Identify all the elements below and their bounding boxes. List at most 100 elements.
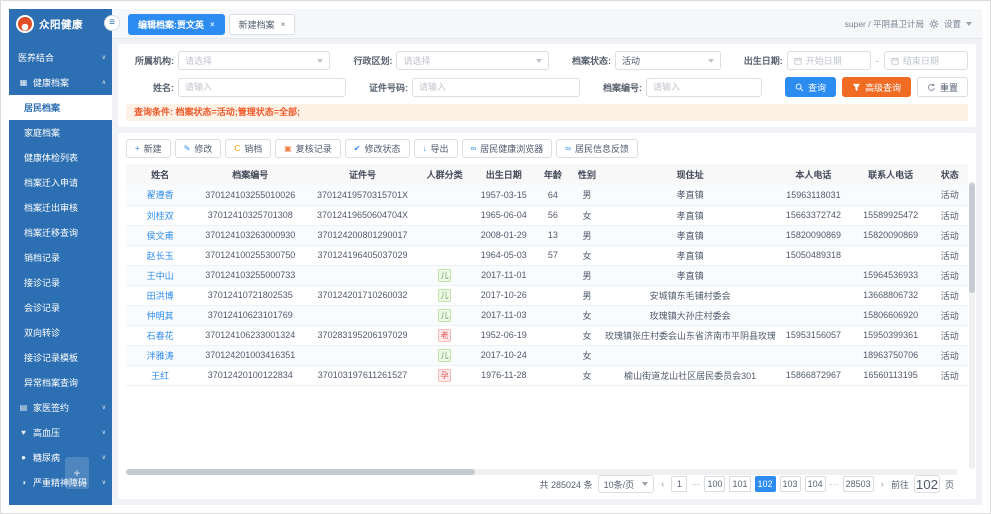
table-row: 王中山370124103255000733儿2017-11-01男孝直镇1596…	[126, 265, 968, 285]
sidebar-item-medical-nursing[interactable]: 医养结合∨	[9, 45, 112, 70]
resident-name-link[interactable]: 田洪博	[126, 285, 194, 305]
sidebar-item-two-way-referral[interactable]: 双向转诊	[9, 320, 112, 345]
archive-no-field[interactable]	[653, 82, 755, 92]
birth-end-field[interactable]	[903, 56, 961, 66]
age-cell	[537, 365, 569, 385]
sidebar-item-mental-disorder[interactable]: ◑严重精神障碍∨	[9, 470, 112, 495]
link-icon: ∞	[565, 145, 571, 153]
pager-page-104[interactable]: 104	[805, 476, 826, 492]
pager-page-1[interactable]: 1	[671, 476, 687, 492]
status-cell: 活动	[930, 325, 968, 345]
archive-no-input[interactable]	[646, 78, 762, 97]
birth-date-cell: 2017-11-01	[471, 265, 537, 285]
sidebar-item-family-archives[interactable]: 家庭档案	[9, 120, 112, 145]
age-cell	[537, 345, 569, 365]
sidebar-item-archive-migration-query[interactable]: 档案迁移查询	[9, 220, 112, 245]
filter-panel: 所属机构: 请选择 行政区划: 请选择 档案状态: 活动	[118, 44, 976, 127]
region-select[interactable]: 请选择	[396, 51, 548, 70]
sidebar-item-hypertension[interactable]: ♥高血压∨	[9, 420, 112, 445]
toolbar-modify-status-button[interactable]: ✔修改状态	[345, 139, 410, 158]
sidebar-item-reception-records[interactable]: 接诊记录	[9, 270, 112, 295]
birth-start-field[interactable]	[806, 56, 864, 66]
address-cell: 孝直镇	[605, 265, 775, 285]
sidebar-item-archive-move-out[interactable]: 档案迁出审核	[9, 195, 112, 220]
sidebar-nav: 医养结合∨▦健康档案∧居民档案家庭档案健康体检列表档案迁入申请档案迁出审核档案迁…	[9, 45, 112, 495]
search-button[interactable]: 查询	[785, 77, 836, 97]
resident-name-link[interactable]: 翟遵香	[126, 185, 194, 205]
goto-page-input[interactable]	[914, 475, 940, 493]
tab-close-icon[interactable]: ×	[210, 20, 215, 29]
sidebar-item-archive-move-in[interactable]: 档案迁入申请	[9, 170, 112, 195]
pager-page-103[interactable]: 103	[780, 476, 801, 492]
sidebar-item-family-doctor-contract[interactable]: ▤家医签约∨	[9, 395, 112, 420]
resident-name-link[interactable]: 侯文甫	[126, 225, 194, 245]
settings-label[interactable]: 设置	[944, 18, 961, 30]
tab-new-archive[interactable]: 新建档案 ×	[229, 14, 296, 35]
gear-icon[interactable]	[929, 19, 939, 29]
toolbar-review-records-button[interactable]: ▣复核记录	[275, 139, 341, 158]
sidebar-item-consultation-records[interactable]: 会诊记录	[9, 295, 112, 320]
vertical-scrollbar-thumb[interactable]	[969, 183, 975, 293]
pager-page-101[interactable]: 101	[729, 476, 750, 492]
address-cell: 玫瑰镇张庄村委会山东省济南市平阴县玫瑰镇张...	[605, 325, 775, 345]
pager-page-100[interactable]: 100	[704, 476, 725, 492]
sidebar-item-reception-template[interactable]: 接诊记录模板	[9, 345, 112, 370]
status-cell: 活动	[930, 225, 968, 245]
edit-icon: ✎	[184, 145, 191, 153]
birth-start-input[interactable]	[787, 51, 871, 70]
horizontal-scrollbar-thumb[interactable]	[126, 469, 475, 475]
sidebar-item-resident-archives[interactable]: 居民档案	[9, 95, 112, 120]
tab-close-icon[interactable]: ×	[281, 20, 286, 29]
resident-name-link[interactable]: 王红	[126, 365, 194, 385]
column-header: 姓名	[126, 164, 194, 185]
id-number-field[interactable]	[419, 82, 573, 92]
resident-name-link[interactable]: 泮雅涛	[126, 345, 194, 365]
phone-cell: 15963118031	[775, 185, 851, 205]
sidebar-item-health-archives[interactable]: ▦健康档案∧	[9, 70, 112, 95]
page-size-value: 10条/页	[604, 478, 635, 491]
sidebar-item-diabetes[interactable]: ●糖尿病∨	[9, 445, 112, 470]
sidebar-item-archive-cancel-records[interactable]: 销档记录	[9, 245, 112, 270]
table-row: 侯文甫3701241032630009303701242008012900172…	[126, 225, 968, 245]
next-page-button[interactable]: ›	[879, 479, 886, 490]
toolbar-resident-health-browser-button[interactable]: ∞居民健康浏览器	[462, 139, 553, 158]
horizontal-scrollbar[interactable]	[126, 469, 958, 475]
pager-ellipsis: ···	[691, 479, 700, 489]
pager-page-28503[interactable]: 28503	[843, 476, 874, 492]
advanced-search-button[interactable]: 高级查询	[842, 77, 911, 97]
resident-name-link[interactable]: 赵长玉	[126, 245, 194, 265]
prev-page-button[interactable]: ‹	[659, 479, 666, 490]
toolbar-export-button[interactable]: ↓导出	[414, 139, 458, 158]
page-size-select[interactable]: 10条/页	[598, 475, 655, 493]
sidebar-collapse-button[interactable]: ≡	[104, 15, 120, 31]
name-input[interactable]	[178, 78, 346, 97]
reset-button[interactable]: 重置	[917, 77, 968, 97]
population-tag-cell	[419, 245, 471, 265]
org-select[interactable]: 请选择	[178, 51, 330, 70]
resident-name-link[interactable]: 刘桂双	[126, 205, 194, 225]
vertical-scrollbar[interactable]	[969, 181, 975, 469]
org-label: 所属机构:	[126, 54, 174, 67]
resident-name-link[interactable]: 王中山	[126, 265, 194, 285]
tab-edit-archive[interactable]: 编辑档案:贾文英 ×	[128, 14, 225, 35]
gender-cell: 男	[569, 225, 605, 245]
toolbar-cancel-archive-button[interactable]: C销档	[225, 139, 271, 158]
id-number-input[interactable]	[412, 78, 580, 97]
resident-name-link[interactable]: 仲明其	[126, 305, 194, 325]
sidebar-item-exam-list[interactable]: 健康体检列表	[9, 145, 112, 170]
sidebar-item-abnormal-archive-query[interactable]: 异常档案查询	[9, 370, 112, 395]
brand-name: 众阳健康	[39, 17, 83, 32]
toolbar-resident-feedback-button[interactable]: ∞居民信息反馈	[556, 139, 638, 158]
toolbar-edit-button[interactable]: ✎修改	[175, 139, 222, 158]
resident-name-link[interactable]: 石春花	[126, 325, 194, 345]
archive-status-select[interactable]: 活动	[615, 51, 721, 70]
toolbar-new-button[interactable]: +新建	[126, 139, 171, 158]
submenu-health-archives: 居民档案家庭档案健康体检列表档案迁入申请档案迁出审核档案迁移查询销档记录接诊记录…	[9, 95, 112, 395]
contact-phone-cell: 15820090869	[852, 225, 930, 245]
pager-page-102[interactable]: 102	[755, 476, 776, 492]
id-no-cell	[306, 345, 418, 365]
birth-end-input[interactable]	[884, 51, 968, 70]
status-cell: 活动	[930, 205, 968, 225]
name-field[interactable]	[185, 82, 339, 92]
toolbar-button-label: 修改	[194, 142, 212, 155]
